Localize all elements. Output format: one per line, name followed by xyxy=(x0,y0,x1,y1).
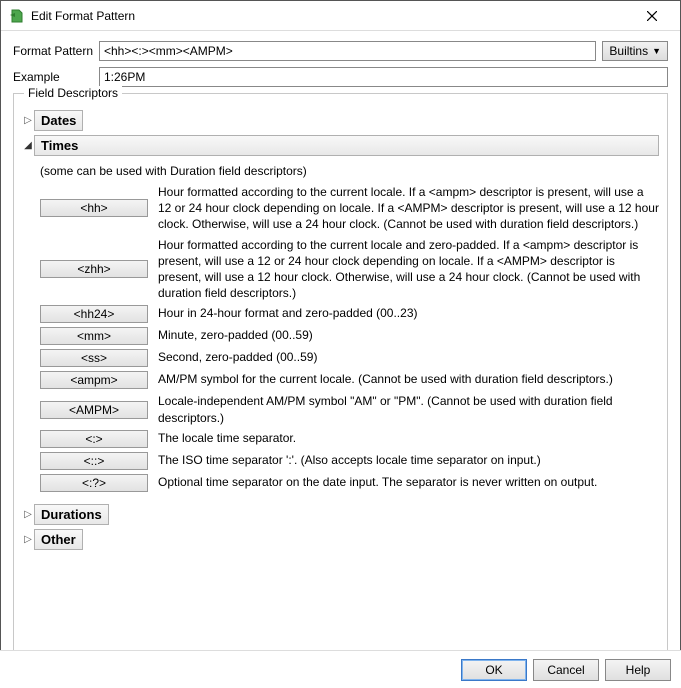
descriptor-token-button[interactable]: <::> xyxy=(40,452,148,470)
descriptor-description: Optional time separator on the date inpu… xyxy=(158,474,597,490)
section-times-header[interactable]: ◢ Times xyxy=(22,135,659,156)
descriptor-row: <mm> Minute, zero-padded (00..59) xyxy=(40,327,659,345)
format-pattern-input[interactable] xyxy=(99,41,596,61)
section-times-body: (some can be used with Duration field de… xyxy=(22,156,659,500)
help-button[interactable]: Help xyxy=(605,659,671,681)
descriptor-description: Hour formatted according to the current … xyxy=(158,237,659,302)
descriptor-row: <:> The locale time separator. xyxy=(40,430,659,448)
titlebar: Edit Format Pattern xyxy=(1,1,680,31)
close-icon xyxy=(647,11,657,21)
times-note: (some can be used with Duration field de… xyxy=(40,164,659,178)
expand-icon: ▷ xyxy=(22,509,34,520)
descriptor-token-button[interactable]: <AMPM> xyxy=(40,401,148,419)
section-dates-title: Dates xyxy=(34,110,83,131)
builtins-label: Builtins xyxy=(609,44,648,58)
example-value: 1:26PM xyxy=(104,70,145,84)
descriptor-description: Second, zero-padded (00..59) xyxy=(158,349,317,365)
section-other-title: Other xyxy=(34,529,83,550)
descriptor-row: <::> The ISO time separator ':'. (Also ac… xyxy=(40,452,659,470)
descriptor-token-button[interactable]: <zhh> xyxy=(40,260,148,278)
section-times-title: Times xyxy=(34,135,659,156)
descriptor-token-button[interactable]: <mm> xyxy=(40,327,148,345)
descriptor-row: <AMPM> Locale-independent AM/PM symbol "A… xyxy=(40,393,659,425)
close-button[interactable] xyxy=(632,2,672,30)
descriptor-row: <zhh> Hour formatted according to the cur… xyxy=(40,237,659,302)
descriptor-description: Hour formatted according to the current … xyxy=(158,184,659,233)
dialog-content: Format Pattern Builtins ▼ Example 1:26PM… xyxy=(1,31,680,653)
cancel-button[interactable]: Cancel xyxy=(533,659,599,681)
descriptor-token-button[interactable]: <hh24> xyxy=(40,305,148,323)
app-icon xyxy=(9,8,25,24)
descriptor-description: Locale-independent AM/PM symbol "AM" or … xyxy=(158,393,659,425)
descriptor-row: <hh24> Hour in 24-hour format and zero-pa… xyxy=(40,305,659,323)
descriptor-row: <ampm> AM/PM symbol for the current local… xyxy=(40,371,659,389)
window-title: Edit Format Pattern xyxy=(31,9,632,23)
descriptor-description: Hour in 24-hour format and zero-padded (… xyxy=(158,305,417,321)
descriptor-row: <ss> Second, zero-padded (00..59) xyxy=(40,349,659,367)
expand-icon: ▷ xyxy=(22,115,34,126)
descriptor-token-button[interactable]: <hh> xyxy=(40,199,148,217)
descriptor-row: <hh> Hour formatted according to the curr… xyxy=(40,184,659,233)
collapse-icon: ◢ xyxy=(22,140,34,151)
field-descriptors-legend: Field Descriptors xyxy=(24,86,122,100)
descriptor-token-button[interactable]: <:> xyxy=(40,430,148,448)
section-other-header[interactable]: ▷ Other xyxy=(22,529,659,550)
example-output: 1:26PM xyxy=(99,67,668,87)
descriptor-description: AM/PM symbol for the current locale. (Ca… xyxy=(158,371,613,387)
section-durations-header[interactable]: ▷ Durations xyxy=(22,504,659,525)
descriptor-token-button[interactable]: <ss> xyxy=(40,349,148,367)
descriptor-description: The locale time separator. xyxy=(158,430,296,446)
example-label: Example xyxy=(13,70,99,84)
ok-button[interactable]: OK xyxy=(461,659,527,681)
chevron-down-icon: ▼ xyxy=(652,46,661,56)
format-pattern-label: Format Pattern xyxy=(13,44,99,58)
descriptor-description: The ISO time separator ':'. (Also accept… xyxy=(158,452,541,468)
descriptor-token-button[interactable]: <:?> xyxy=(40,474,148,492)
descriptor-description: Minute, zero-padded (00..59) xyxy=(158,327,313,343)
section-dates-header[interactable]: ▷ Dates xyxy=(22,110,659,131)
expand-icon: ▷ xyxy=(22,534,34,545)
section-durations-title: Durations xyxy=(34,504,109,525)
field-descriptors-group: Field Descriptors ▷ Dates ◢ Times (some … xyxy=(13,93,668,653)
builtins-dropdown[interactable]: Builtins ▼ xyxy=(602,41,668,61)
descriptor-token-button[interactable]: <ampm> xyxy=(40,371,148,389)
descriptor-row: <:?> Optional time separator on the date … xyxy=(40,474,659,492)
dialog-footer: OK Cancel Help xyxy=(0,650,681,688)
